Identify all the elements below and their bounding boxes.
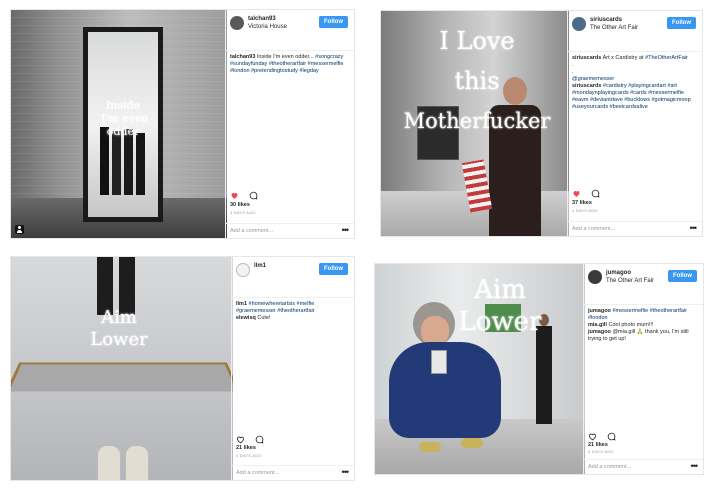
post-photo-4[interactable]: Aim Lower [375, 264, 585, 474]
location[interactable]: Victoria House [248, 24, 287, 30]
heart-icon[interactable] [236, 435, 245, 444]
likes-count[interactable]: 30 likes [230, 202, 250, 208]
caption3-username[interactable]: jumagoo [588, 329, 611, 335]
post-photo-1[interactable]: Inside I'm even odder [11, 10, 227, 238]
post-card-3: Aim Lower llm1 Follow llm1 #homewheretar… [10, 256, 355, 481]
likes-count[interactable]: 21 likes [236, 445, 256, 451]
caption-mention[interactable]: @graememesser [572, 76, 698, 83]
caption: talchan93 Inside I'm even odder... #song… [230, 54, 350, 75]
follow-button[interactable]: Follow [668, 270, 697, 282]
caption2-username[interactable]: siriuscards [572, 83, 601, 89]
timestamp: 3 days ago [588, 449, 614, 454]
username[interactable]: siriuscards [590, 17, 622, 23]
post-card-2: I Love this Motherfucker siriuscards The… [380, 10, 703, 237]
follow-button[interactable]: Follow [667, 17, 696, 29]
add-comment-bar: Add a comment... ••• [232, 465, 354, 480]
caption-hashtags[interactable]: #TheOtherArtFair [645, 55, 688, 61]
add-comment-bar: Add a comment... ••• [584, 459, 703, 474]
username[interactable]: llm1 [254, 263, 266, 269]
photo-overlay-text-3: Aim Lower [90, 307, 148, 350]
location[interactable]: The Other Art Fair [606, 278, 654, 284]
likes-count[interactable]: 37 likes [572, 200, 592, 206]
add-comment-bar: Add a comment... ••• [568, 221, 702, 236]
timestamp: 3 days ago [230, 210, 256, 215]
follow-button[interactable]: Follow [319, 263, 348, 275]
post-header-1: talchan93 Victoria House Follow [226, 10, 354, 51]
action-bar [588, 428, 699, 441]
likes-count[interactable]: 21 likes [588, 442, 608, 448]
location[interactable]: The Other Art Fair [590, 25, 638, 31]
comment-input[interactable]: Add a comment... [236, 470, 279, 476]
caption: llm1 #homewheretartsis #melfie #graememe… [236, 301, 350, 322]
more-icon[interactable]: ••• [691, 461, 699, 471]
timestamp: 4 days ago [236, 453, 262, 458]
caption2-text: Cool photo mum!!! [608, 322, 654, 328]
caption: siriuscards Art x Cardistry at #TheOther… [572, 55, 698, 111]
avatar[interactable] [236, 263, 250, 277]
post-header-2: siriuscards The Other Art Fair Follow [568, 11, 702, 52]
more-icon[interactable]: ••• [690, 223, 698, 233]
action-bar [236, 431, 350, 444]
follow-button[interactable]: Follow [319, 16, 348, 28]
add-comment-bar: Add a comment... ••• [226, 223, 354, 238]
mirror-frame: Inside I'm even odder [83, 27, 163, 222]
caption: jumagoo #messermelfie #theotherartfair #… [588, 308, 699, 343]
username[interactable]: talchan93 [248, 16, 276, 22]
comment-input[interactable]: Add a comment... [230, 228, 273, 234]
comment-input[interactable]: Add a comment... [588, 464, 631, 470]
post-sidebar-2: siriuscards The Other Art Fair Follow si… [567, 11, 702, 236]
comment-input[interactable]: Add a comment... [572, 226, 615, 232]
post-card-1: Inside I'm even odder talchan93 Victoria… [10, 9, 355, 239]
user-tag-icon[interactable] [15, 225, 24, 234]
post-header-3: llm1 Follow [232, 257, 354, 298]
photo-overlay-text-1: Inside I'm even odder [101, 99, 149, 138]
heart-icon[interactable] [588, 432, 597, 441]
avatar[interactable] [230, 16, 244, 30]
post-sidebar-3: llm1 Follow llm1 #homewheretartsis #melf… [231, 257, 354, 480]
avatar[interactable] [588, 270, 602, 284]
heart-icon[interactable] [572, 189, 581, 198]
photo-overlay-text-4: Aim Lower [458, 275, 542, 337]
comment-icon[interactable] [255, 435, 264, 444]
caption2-text: Cute! [257, 315, 271, 321]
caption-username[interactable]: siriuscards [572, 55, 601, 61]
comment-icon[interactable] [591, 189, 600, 198]
post-photo-3[interactable]: Aim Lower [11, 257, 233, 480]
caption-hashtags[interactable]: #homewheretartsis #melfie #graememesser … [236, 301, 315, 314]
gold-mirror-frame [11, 362, 233, 392]
caption-username[interactable]: jumagoo [588, 308, 611, 314]
action-bar [230, 187, 350, 200]
post-header-4: jumagoo The Other Art Fair Follow [584, 264, 703, 305]
more-icon[interactable]: ••• [342, 467, 350, 477]
post-sidebar-4: jumagoo The Other Art Fair Follow jumago… [583, 264, 703, 474]
post-card-4: Aim Lower jumagoo The Other Art Fair Fol… [374, 263, 704, 475]
photo-overlay-text-2: I Love this Motherfucker [403, 27, 551, 133]
caption-username[interactable]: talchan93 [230, 54, 255, 60]
comment-icon[interactable] [607, 432, 616, 441]
post-photo-2[interactable]: I Love this Motherfucker [381, 11, 569, 236]
caption-text: Art x Cardistry at [602, 55, 644, 61]
comment-icon[interactable] [249, 191, 258, 200]
caption-username[interactable]: llm1 [236, 301, 247, 307]
action-bar [572, 185, 698, 198]
caption-text: Inside I'm even odder... [256, 54, 314, 60]
heart-icon[interactable] [230, 191, 239, 200]
post-sidebar-1: talchan93 Victoria House Follow talchan9… [225, 10, 354, 238]
shoes-bottom [95, 445, 155, 480]
avatar[interactable] [572, 17, 586, 31]
timestamp: 4 days ago [572, 208, 598, 213]
more-icon[interactable]: ••• [342, 225, 350, 235]
username[interactable]: jumagoo [606, 270, 631, 276]
caption-dots: . . [572, 62, 574, 75]
caption2-username[interactable]: elewisq [236, 315, 256, 321]
caption2-username[interactable]: mia.gill [588, 322, 607, 328]
